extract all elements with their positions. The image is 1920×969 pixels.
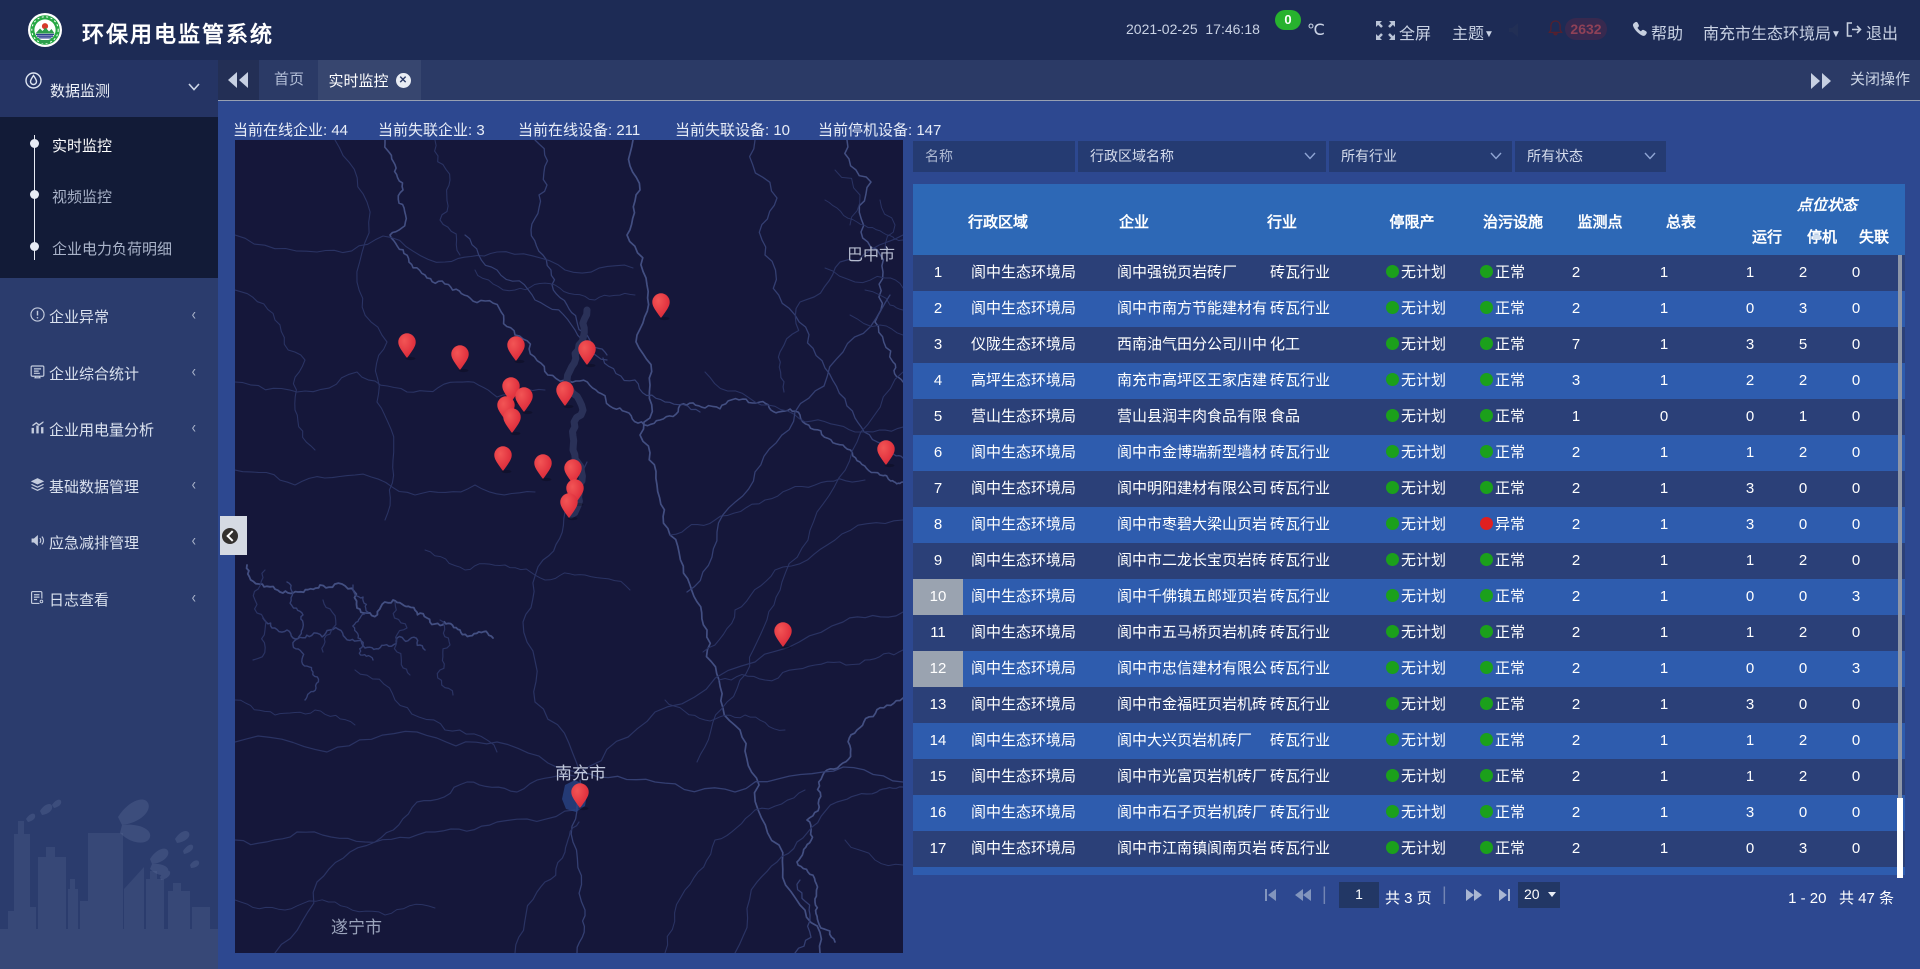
svg-text:遂宁市: 遂宁市 — [331, 918, 382, 937]
svg-text:南充市: 南充市 — [555, 764, 606, 783]
svg-text:巴中市: 巴中市 — [847, 246, 895, 264]
